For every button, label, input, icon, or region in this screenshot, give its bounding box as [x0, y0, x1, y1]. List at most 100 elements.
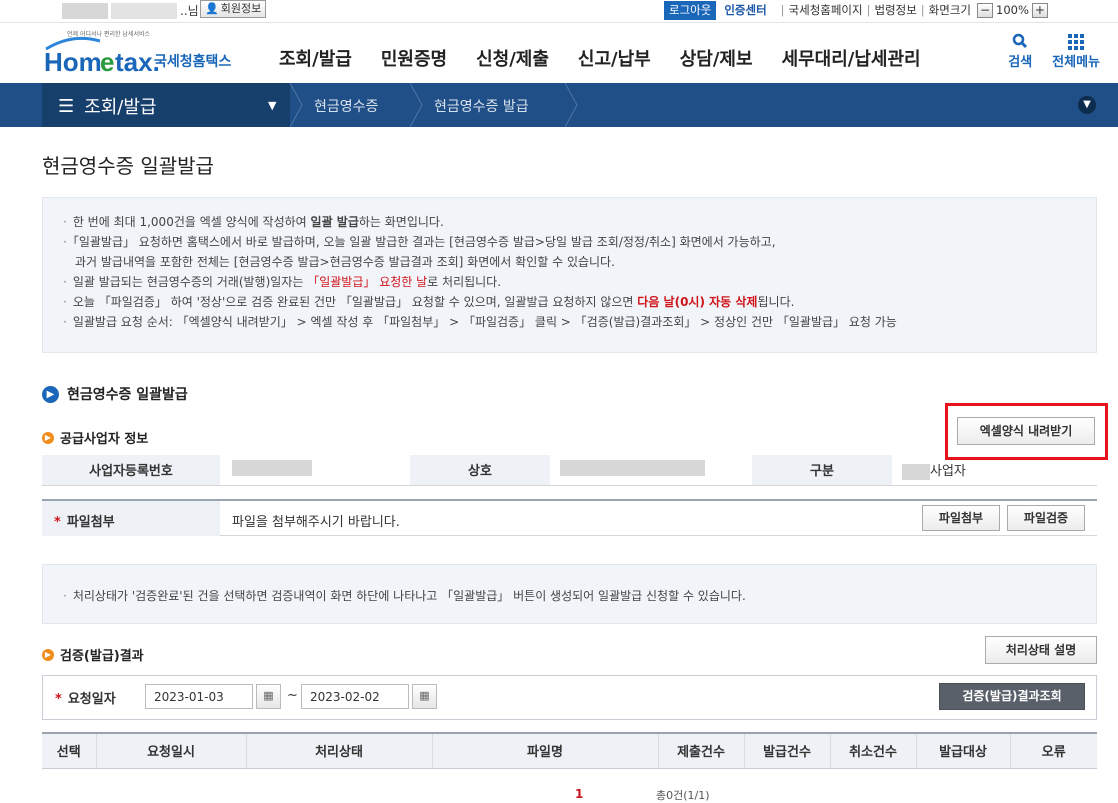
file-attach-label: * 파일첨부 [42, 501, 220, 536]
user-greeting: ..님 [62, 2, 199, 19]
regno-header: 사업자등록번호 [42, 455, 220, 486]
date-label: * 요청일자 [55, 692, 116, 707]
logo-tagline: 언제 어디서나 편리한 납세서비스 [67, 31, 151, 38]
cert-center-link[interactable]: 인증센터 [724, 2, 766, 18]
col-select: 선택 [42, 732, 97, 769]
location-bar: ☰ 조회/발급 ▼ 현금영수증 현금영수증 발급 ▼ [0, 83, 1118, 127]
expand-chevron-icon[interactable]: ▼ [1078, 96, 1096, 114]
info-line: 한 번에 최대 1,000건을 엑셀 양식에 작성하여 일괄 발급하는 화면입니… [63, 212, 1096, 232]
all-menu-label: 전체메뉴 [1052, 55, 1100, 70]
file-attach-button[interactable]: 파일첨부 [922, 505, 1000, 531]
bullet-arrow-icon: ▶ [42, 431, 54, 444]
section-title-label: 현금영수증 일괄발급 [67, 387, 188, 403]
masked-text [111, 2, 177, 19]
info-box: 한 번에 최대 1,000건을 엑셀 양식에 작성하여 일괄 발급하는 화면입니… [42, 197, 1097, 353]
nts-homepage-link[interactable]: 국세청홈페이지 [789, 2, 863, 18]
masked-text [62, 2, 108, 19]
gnb-consult[interactable]: 상담/제보 [680, 45, 753, 71]
person-icon: 👤 [205, 2, 219, 15]
info-line: 일괄 발급되는 현금영수증의 거래(발행)일자는 「일괄발급」 요청한 날로 처… [63, 272, 1096, 292]
all-menu-button[interactable]: 전체메뉴 [1052, 33, 1100, 70]
file-attach-message: 파일을 첨부해주시기 바랍니다. [232, 515, 400, 530]
calendar-icon[interactable]: ▦ [256, 684, 281, 709]
utility-bar: ..님 👤 회원정보 로그아웃 인증센터 | 국세청홈페이지 | 법령정보 | … [0, 0, 1118, 22]
global-nav: 조회/발급 민원증명 신청/제출 신고/납부 상담/제보 세무대리/납세관리 [279, 45, 950, 71]
caret-down-icon[interactable]: ▼ [268, 99, 276, 112]
regno-value [220, 455, 410, 486]
col-submit-count: 제출건수 [658, 732, 745, 769]
gnb-report-pay[interactable]: 신고/납부 [578, 45, 651, 71]
info-line: 과거 발급내역을 포함한 전체는 [현금영수증 발급>현금영수증 발급결과 조회… [75, 255, 615, 269]
result-title: ▶ 검증(발급)결과 [42, 645, 144, 664]
user-suffix: ..님 [180, 4, 199, 18]
gnb-certificate[interactable]: 민원증명 [381, 45, 447, 71]
breadcrumb-issue[interactable]: 현금영수증 발급 [434, 96, 529, 116]
highlight-frame [945, 403, 1108, 460]
hamburger-icon: ☰ [58, 95, 75, 117]
current-menu-label: 조회/발급 [84, 97, 157, 118]
zoom-in-button[interactable]: + [1031, 2, 1048, 18]
search-label: 검색 [1008, 55, 1033, 70]
svg-text:Hom: Hom [44, 47, 102, 77]
zoom-level: 100% [996, 3, 1029, 17]
breadcrumb-cash-receipt[interactable]: 현금영수증 [314, 96, 378, 116]
profile-button[interactable]: 👤 회원정보 [200, 0, 267, 18]
col-issue-target: 발급대상 [916, 732, 1011, 769]
type-header: 구분 [752, 455, 892, 486]
type-value: 사업자 [892, 455, 1097, 486]
divider: | [780, 3, 785, 17]
date-tilde: ~ [287, 688, 298, 703]
page-title: 현금영수증 일괄발급 [42, 154, 214, 178]
logout-button[interactable]: 로그아웃 [664, 0, 717, 20]
col-status: 처리상태 [246, 732, 433, 769]
required-asterisk: * [54, 515, 61, 530]
masked-text [560, 459, 705, 476]
divider: | [920, 3, 925, 17]
hometax-logo[interactable]: Hom e tax. 언제 어디서나 편리한 납세서비스 국세청홈택스 [42, 31, 242, 77]
breadcrumb-separator-icon [290, 83, 303, 127]
supplier-table: 사업자등록번호 상호 구분 사업자 [42, 455, 1097, 486]
screen-size-label: 화면크기 [928, 3, 971, 17]
header: Hom e tax. 언제 어디서나 편리한 납세서비스 국세청홈택스 조회/발… [0, 22, 1118, 83]
grid-menu-icon [1068, 34, 1085, 50]
svg-text:e: e [100, 47, 114, 77]
calendar-icon[interactable]: ▦ [412, 684, 437, 709]
law-info-link[interactable]: 법령정보 [874, 2, 916, 18]
info-line: 「일괄발급」 요청하면 홈택스에서 바로 발급하며, 오늘 일괄 발급한 결과는… [63, 232, 1096, 252]
section-title: ▶ 현금영수증 일괄발급 [42, 384, 188, 404]
breadcrumb-separator-icon [410, 83, 423, 127]
date-from-input[interactable]: 2023-01-03 [145, 684, 253, 709]
file-attach-row: * 파일첨부 파일을 첨부해주시기 바랍니다. 파일첨부 파일검증 [42, 499, 1097, 536]
status-description-button[interactable]: 처리상태 설명 [985, 636, 1097, 664]
search-icon [1012, 33, 1028, 49]
gnb-apply[interactable]: 신청/제출 [476, 45, 549, 71]
current-menu[interactable]: ☰ 조회/발급 [58, 93, 156, 119]
date-to-input[interactable]: 2023-02-02 [301, 684, 409, 709]
col-issue-count: 발급건수 [744, 732, 831, 769]
col-cancel-count: 취소건수 [830, 732, 917, 769]
name-value [550, 455, 752, 486]
info-line: 일괄발급 요청 순서: 「엑셀양식 내려받기」 > 엑셀 작성 후 「파일첨부」… [63, 312, 1096, 332]
file-verify-button[interactable]: 파일검증 [1007, 505, 1085, 531]
info-line: 오늘 「파일검증」 하여 '정상'으로 검증 완료된 건만 「일괄발급」 요청할… [63, 292, 1096, 312]
note-text: 처리상태가 '검증완료'된 건을 선택하면 검증내역이 화면 하단에 나타나고 … [72, 589, 746, 603]
gnb-agent[interactable]: 세무대리/납세관리 [782, 45, 921, 71]
result-query-button[interactable]: 검증(발급)결과조회 [939, 683, 1085, 710]
search-row: * 요청일자 2023-01-03 ▦ ~ 2023-02-02 ▦ 검증(발급)… [42, 675, 1097, 720]
col-filename: 파일명 [432, 732, 659, 769]
zoom-out-button[interactable]: − [977, 2, 993, 18]
required-asterisk: * [55, 692, 62, 707]
masked-text [232, 459, 312, 476]
col-request-datetime: 요청일시 [96, 732, 247, 769]
masked-text [902, 463, 930, 480]
search-button[interactable]: 검색 [1008, 33, 1032, 70]
divider: | [866, 3, 871, 17]
name-header: 상호 [410, 455, 550, 486]
profile-label: 회원정보 [220, 2, 262, 15]
result-table: 선택 요청일시 처리상태 파일명 제출건수 발급건수 취소건수 발급대상 오류 [42, 732, 1097, 769]
gnb-inquiry[interactable]: 조회/발급 [279, 45, 352, 71]
bullet-arrow-icon: ▶ [42, 648, 54, 661]
breadcrumb-separator-icon [565, 83, 578, 127]
arrow-right-icon: ▶ [42, 385, 59, 403]
logo-kor-text: 국세청홈택스 [154, 54, 232, 70]
